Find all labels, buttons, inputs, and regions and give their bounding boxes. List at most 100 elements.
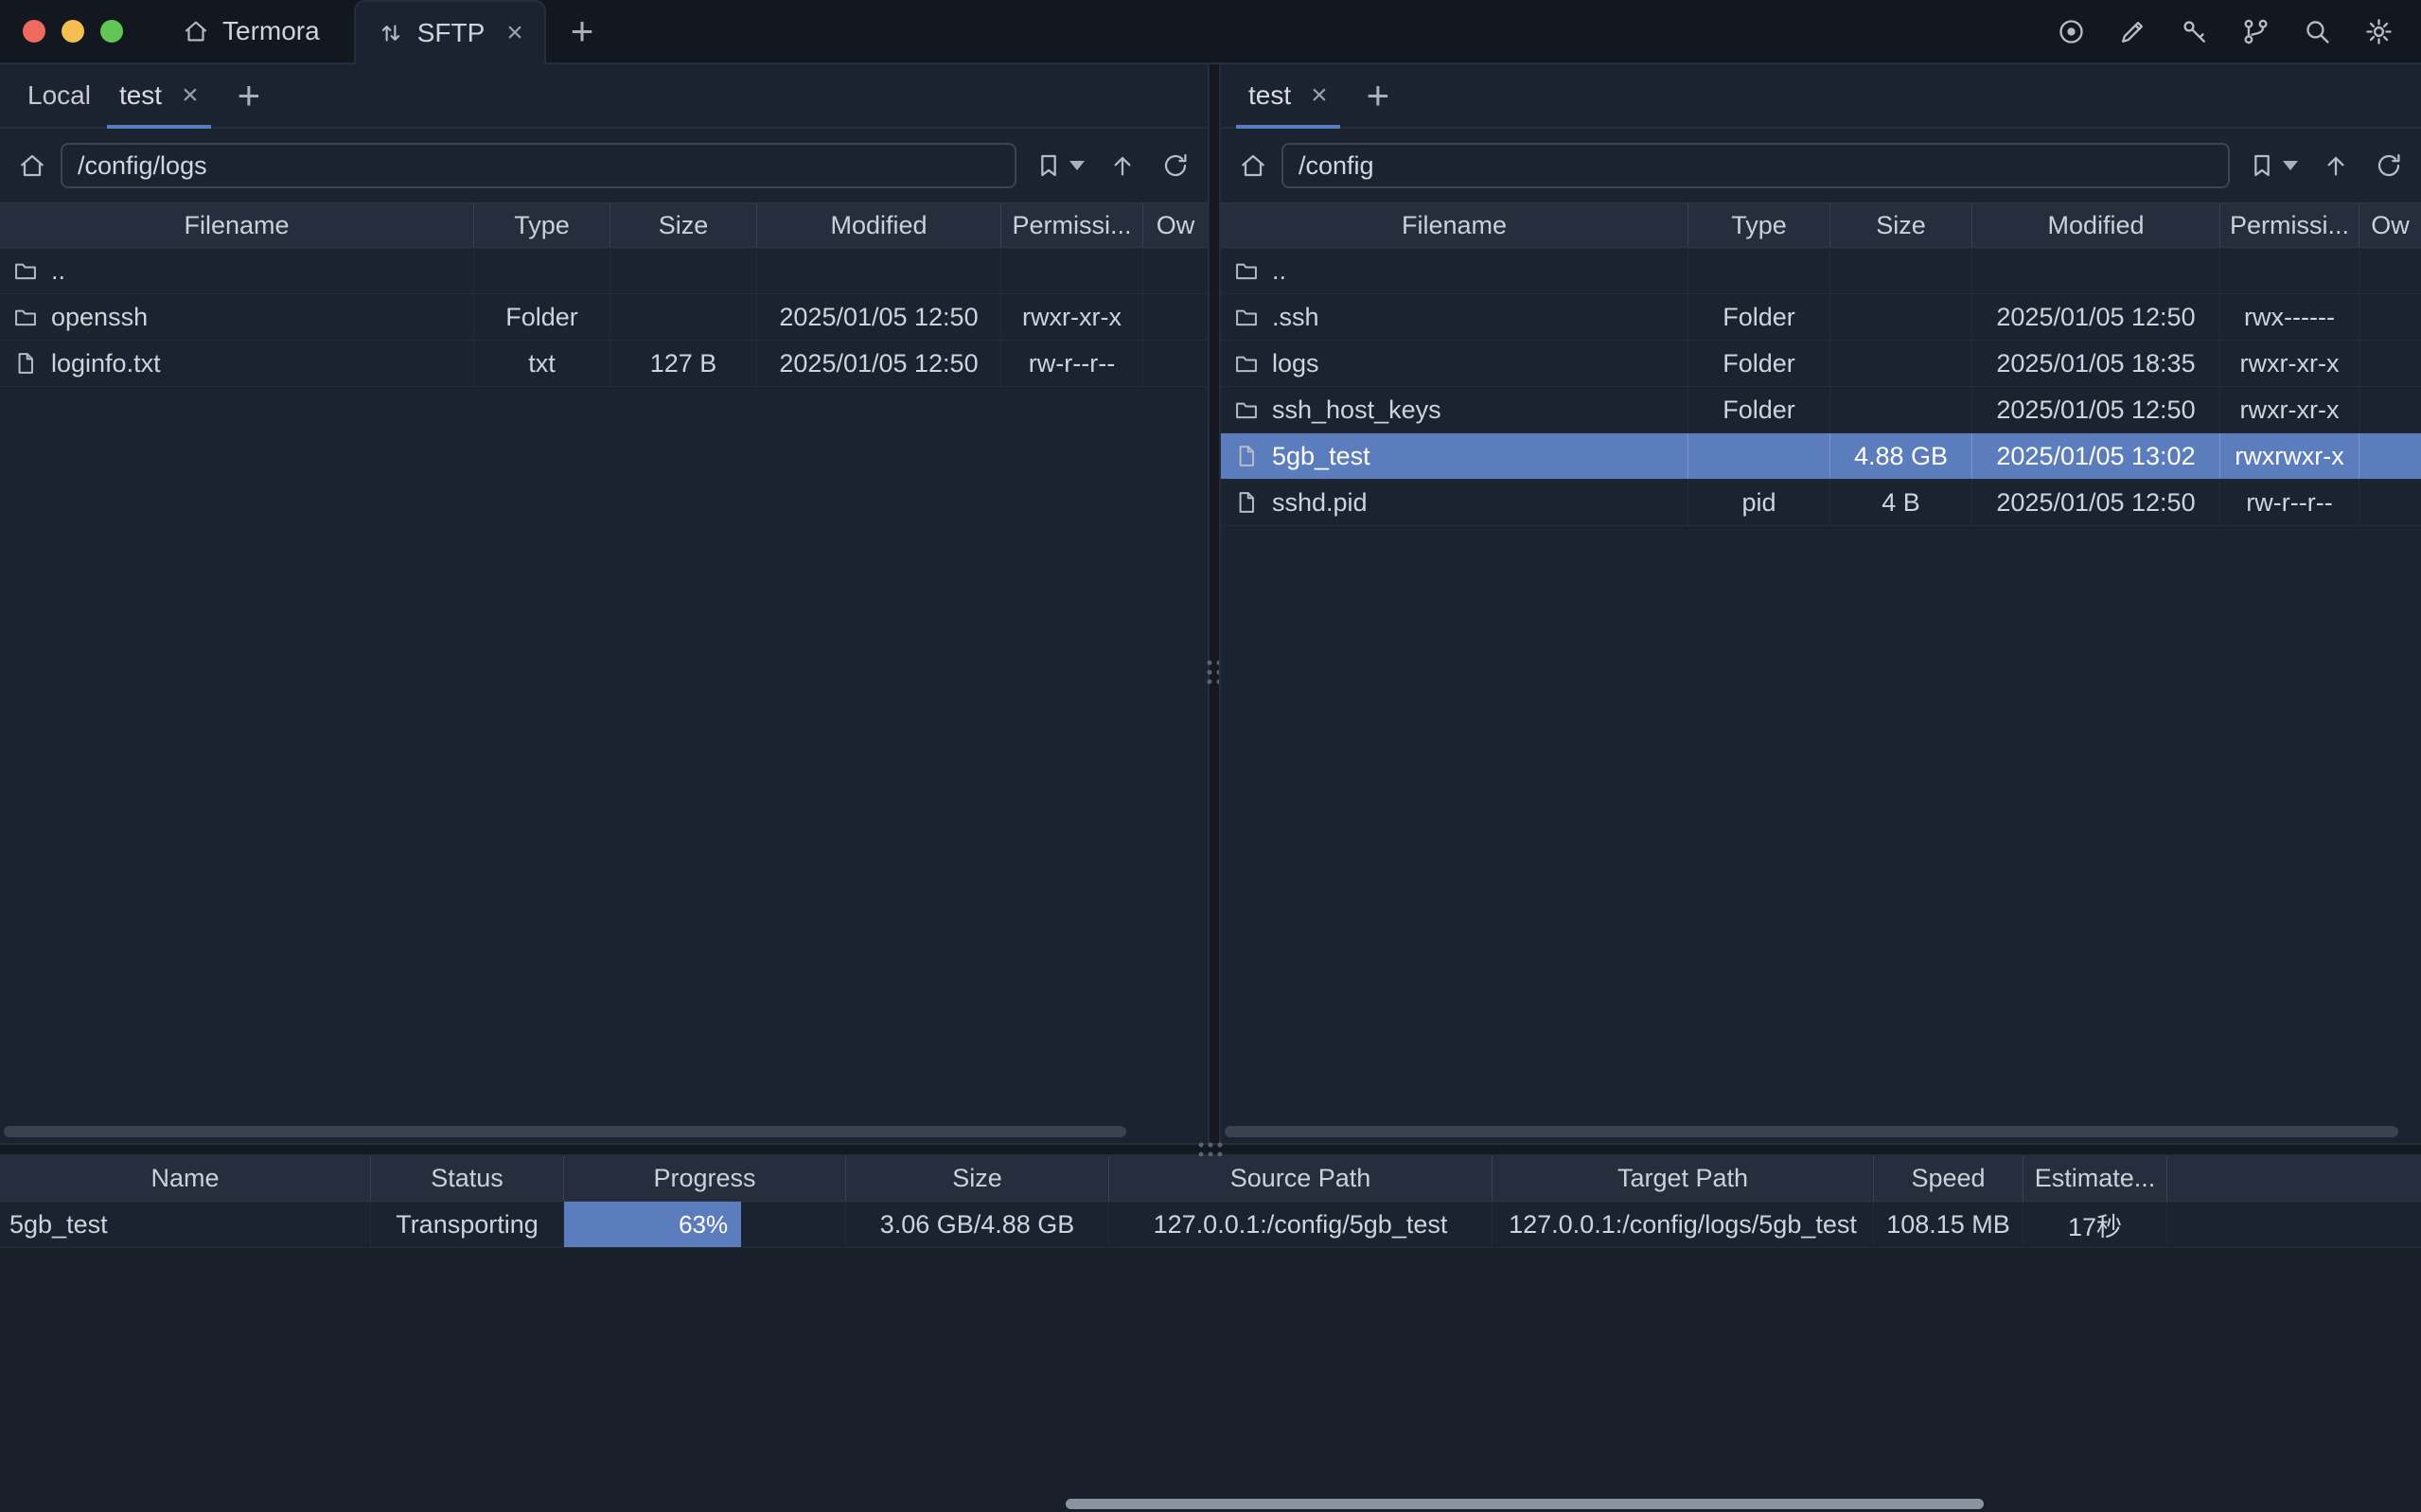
cell-filename: .ssh (1221, 294, 1688, 340)
cell-type: Folder (1688, 294, 1830, 340)
table-row[interactable]: openssh Folder 2025/01/05 12:50 rwxr-xr-… (0, 294, 1208, 341)
col-permissions[interactable]: Permissi... (1001, 203, 1143, 247)
titlebar-actions (2056, 16, 2394, 47)
horizontal-scrollbar[interactable] (1225, 1126, 2398, 1137)
col-filename[interactable]: Filename (0, 203, 474, 247)
table-row[interactable]: ssh_host_keys Folder 2025/01/05 12:50 rw… (1221, 387, 2421, 433)
col-source-path[interactable]: Source Path (1109, 1156, 1493, 1201)
table-row-selected[interactable]: 5gb_test 4.88 GB 2025/01/05 13:02 rwxrwx… (1221, 433, 2421, 480)
parent-directory-button[interactable] (1107, 150, 1138, 181)
table-row[interactable]: logs Folder 2025/01/05 18:35 rwxr-xr-x (1221, 341, 2421, 387)
tab-test[interactable]: test × (1234, 64, 1342, 127)
filename: loginfo.txt (51, 349, 161, 378)
folder-icon (12, 304, 39, 330)
tab-sftp[interactable]: SFTP × (354, 0, 546, 64)
cell-size: 127 B (610, 341, 757, 386)
tab-local[interactable]: Local (13, 64, 105, 127)
cell-size (1830, 387, 1972, 432)
file-icon (12, 350, 39, 377)
bookmark-button[interactable] (2247, 150, 2298, 181)
col-owner[interactable]: Ow (1143, 203, 1208, 247)
cell-filler (2167, 1202, 2421, 1247)
bookmark-icon (1034, 150, 1064, 181)
filename: logs (1272, 349, 1319, 378)
col-filename[interactable]: Filename (1221, 203, 1688, 247)
tab-test[interactable]: test × (105, 64, 213, 127)
chevron-down-icon[interactable] (2283, 161, 2298, 170)
cell-modified: 2025/01/05 12:50 (1972, 294, 2220, 340)
col-modified[interactable]: Modified (1972, 203, 2220, 247)
path-input[interactable] (61, 143, 1016, 188)
cell-permissions: rw-r--r-- (2220, 480, 2359, 525)
parent-directory-button[interactable] (2321, 150, 2351, 181)
cell-permissions: rwxr-xr-x (2220, 341, 2359, 386)
path-input[interactable] (1281, 143, 2230, 188)
close-tab-icon[interactable]: × (182, 81, 199, 110)
cell-modified: 2025/01/05 12:50 (757, 341, 1001, 386)
cell-modified (757, 248, 1001, 293)
cell-permissions: rwx------ (2220, 294, 2359, 340)
horizontal-scrollbar[interactable] (4, 1126, 1126, 1137)
bookmark-button[interactable] (1034, 150, 1085, 181)
transfer-splitter[interactable] (0, 1143, 2421, 1156)
new-tab-button[interactable]: + (571, 11, 594, 51)
pathbar-actions (2247, 150, 2404, 181)
refresh-button[interactable] (2374, 150, 2404, 181)
cell-modified (1972, 248, 2220, 293)
table-row[interactable]: .ssh Folder 2025/01/05 12:50 rwx------ (1221, 294, 2421, 341)
close-tab-icon[interactable]: × (1311, 81, 1328, 110)
table-row[interactable]: loginfo.txt txt 127 B 2025/01/05 12:50 r… (0, 341, 1208, 387)
cell-speed: 108.15 MB (1874, 1202, 2023, 1247)
col-size[interactable]: Size (846, 1156, 1109, 1201)
panel-tabbar: Local test × + (0, 64, 1208, 129)
chevron-down-icon[interactable] (1069, 161, 1085, 170)
cell-owner (1143, 248, 1208, 293)
col-target-path[interactable]: Target Path (1493, 1156, 1874, 1201)
settings-icon[interactable] (2363, 16, 2394, 47)
col-speed[interactable]: Speed (1874, 1156, 2023, 1201)
col-modified[interactable]: Modified (757, 203, 1001, 247)
cell-permissions: rwxrwxr-x (2220, 433, 2359, 479)
home-button[interactable] (17, 150, 47, 181)
cell-type (1688, 433, 1830, 479)
table-row[interactable]: .. (0, 248, 1208, 294)
col-progress[interactable]: Progress (564, 1156, 846, 1201)
new-panel-tab-button[interactable]: + (1367, 76, 1390, 115)
transfer-panel: Name Status Progress Size Source Path Ta… (0, 1156, 2421, 1512)
col-size[interactable]: Size (610, 203, 757, 247)
col-status[interactable]: Status (371, 1156, 564, 1201)
cell-owner (1143, 294, 1208, 340)
titlebar: Termora SFTP × + (0, 0, 2421, 64)
refresh-button[interactable] (1160, 150, 1191, 181)
key-icon[interactable] (2179, 16, 2210, 47)
bottom-horizontal-scrollbar[interactable] (1066, 1499, 1984, 1509)
zoom-window-button[interactable] (100, 20, 123, 43)
col-type[interactable]: Type (474, 203, 610, 247)
edit-icon[interactable] (2117, 16, 2148, 47)
file-table-header: Filename Type Size Modified Permissi... … (1221, 202, 2421, 248)
folder-icon (1233, 257, 1260, 284)
table-row[interactable]: .. (1221, 248, 2421, 294)
col-estimate[interactable]: Estimate... (2023, 1156, 2167, 1201)
tab-termora[interactable]: Termora (161, 0, 341, 62)
search-icon[interactable] (2302, 16, 2333, 47)
table-row[interactable]: sshd.pid pid 4 B 2025/01/05 12:50 rw-r--… (1221, 480, 2421, 526)
home-button[interactable] (1238, 150, 1268, 181)
cell-modified: 2025/01/05 12:50 (757, 294, 1001, 340)
cell-owner (2359, 387, 2421, 432)
minimize-window-button[interactable] (62, 20, 84, 43)
col-permissions[interactable]: Permissi... (2220, 203, 2359, 247)
new-panel-tab-button[interactable]: + (238, 76, 261, 115)
branch-icon[interactable] (2240, 16, 2271, 47)
col-owner[interactable]: Ow (2359, 203, 2421, 247)
folder-icon (1233, 304, 1260, 330)
close-window-button[interactable] (23, 20, 45, 43)
close-tab-icon[interactable]: × (506, 19, 523, 47)
col-name[interactable]: Name (0, 1156, 371, 1201)
col-type[interactable]: Type (1688, 203, 1830, 247)
panel-splitter[interactable] (1210, 64, 1219, 1143)
record-icon[interactable] (2056, 16, 2087, 47)
cell-size: 4 B (1830, 480, 1972, 525)
col-size[interactable]: Size (1830, 203, 1972, 247)
transfer-row[interactable]: 5gb_test Transporting 63% 3.06 GB/4.88 G… (0, 1202, 2421, 1248)
